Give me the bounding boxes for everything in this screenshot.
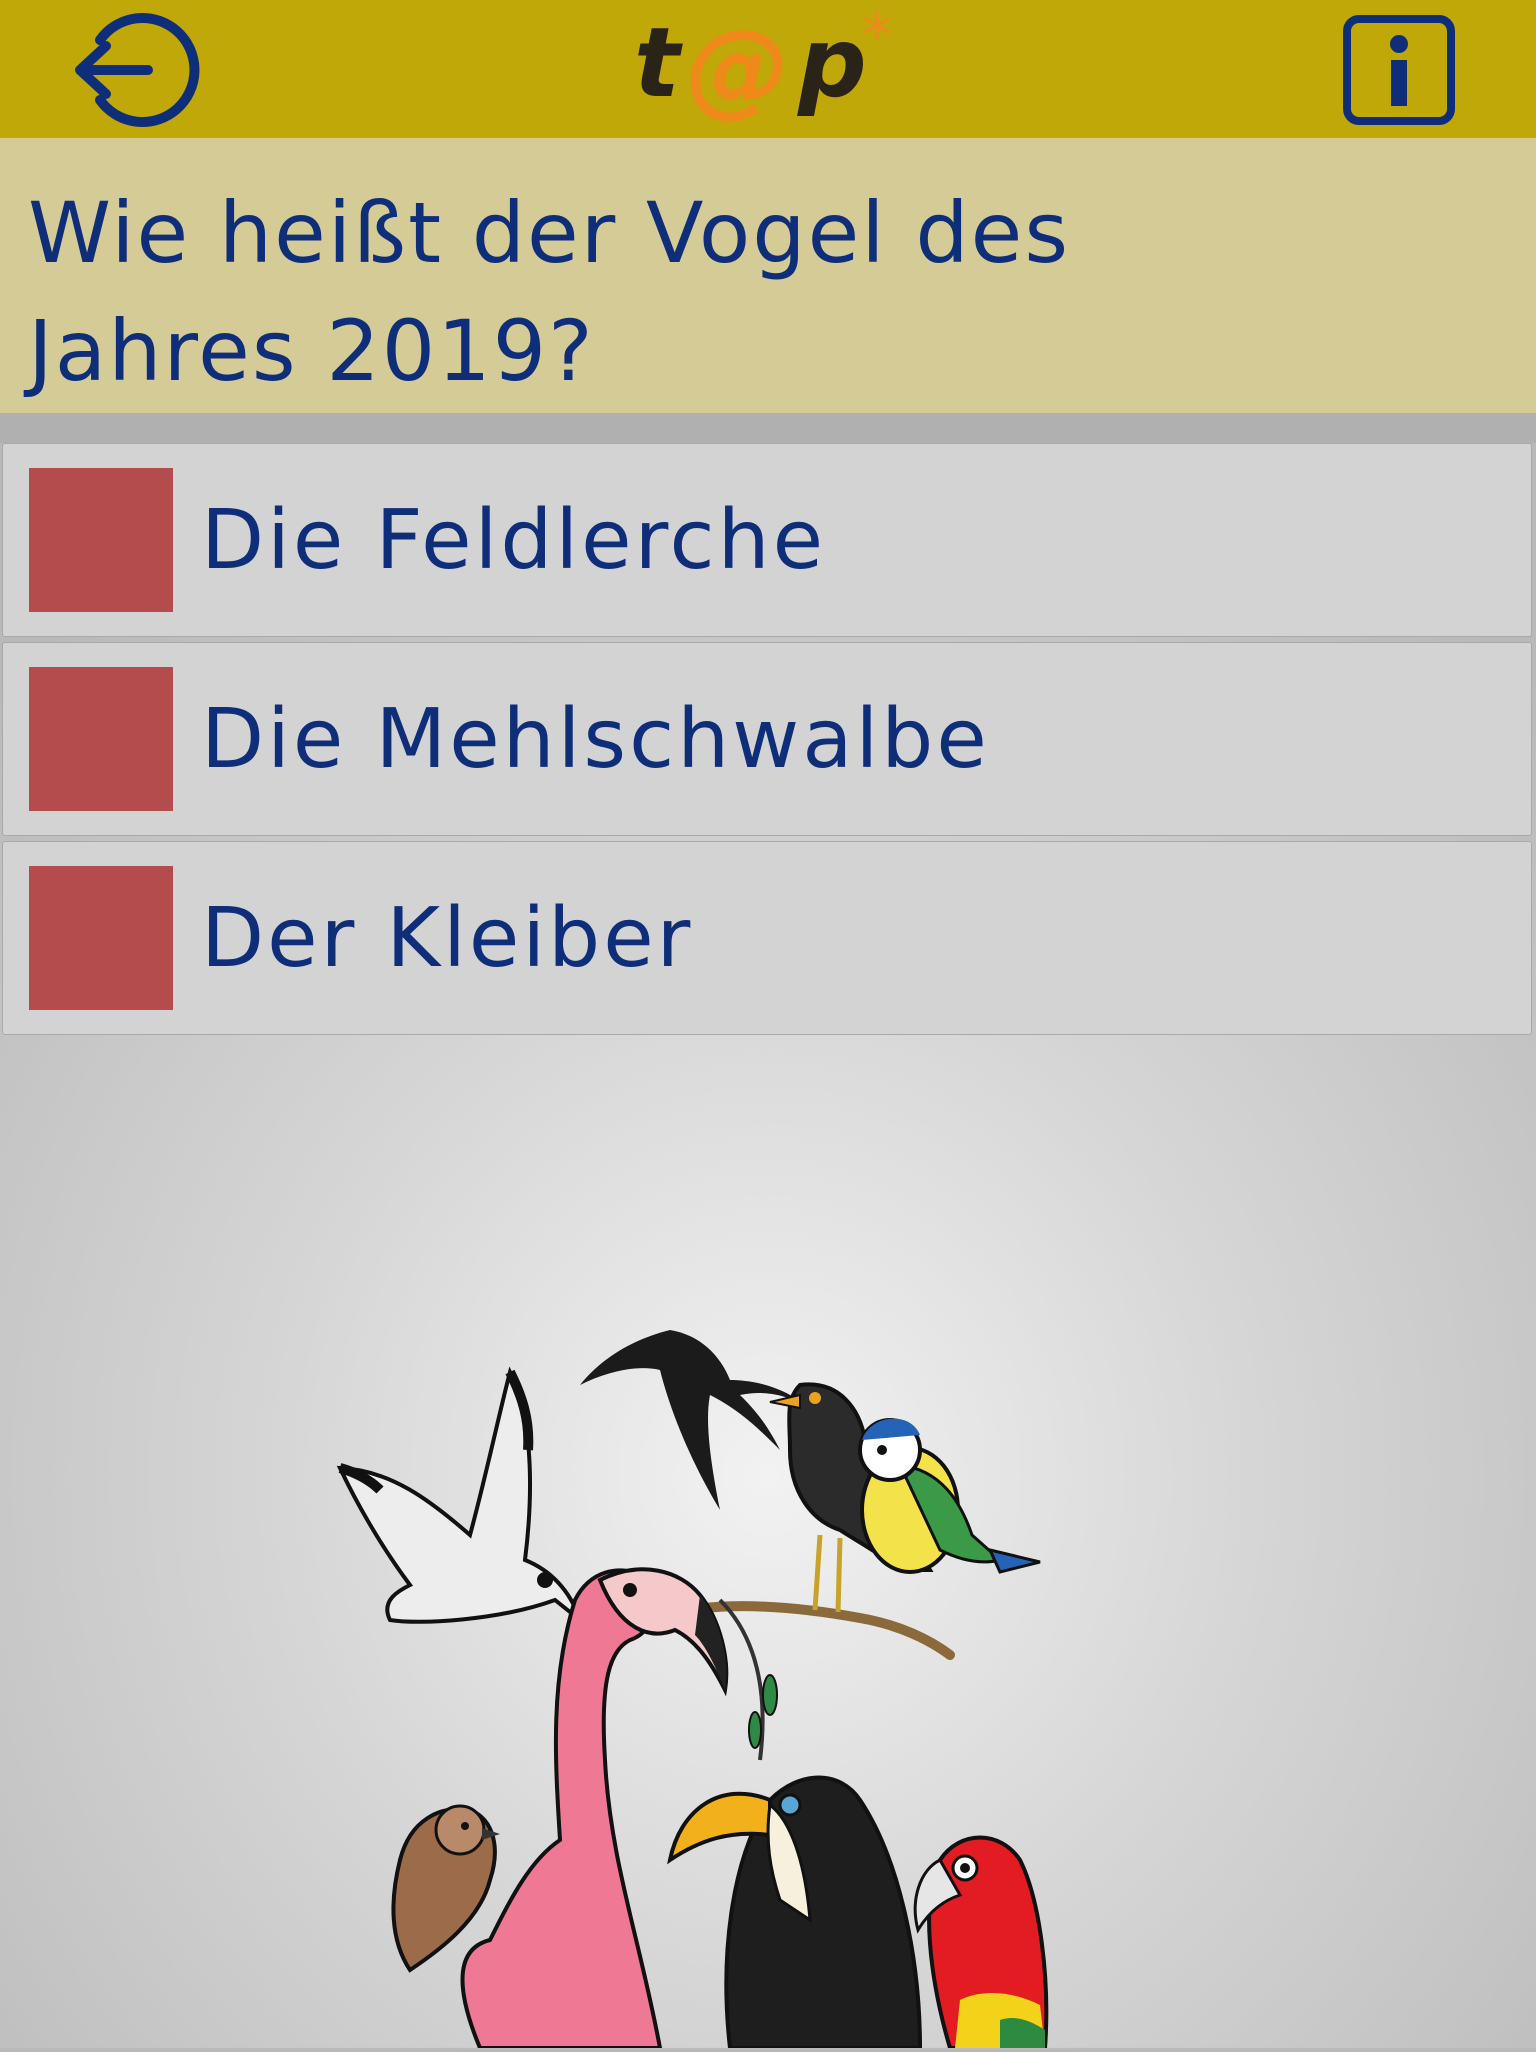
answer-checkbox[interactable] xyxy=(29,866,173,1010)
answer-option-3[interactable]: Der Kleiber xyxy=(2,841,1532,1035)
swallow-icon xyxy=(580,1330,805,1510)
flamingo-icon xyxy=(460,1567,729,2050)
logout-button[interactable] xyxy=(70,12,200,128)
info-icon xyxy=(1343,15,1455,125)
info-button[interactable] xyxy=(1342,14,1456,126)
svg-text:t: t xyxy=(634,7,683,119)
answer-label: Die Feldlerche xyxy=(201,493,827,588)
tap-logo: t @ p * xyxy=(630,1,910,132)
question-text: Wie heißt der Vogel des Jahres 2019? xyxy=(28,174,1228,410)
blue-tit-icon xyxy=(858,1418,1041,1574)
top-bar: t @ p * xyxy=(0,0,1536,138)
macaw-icon xyxy=(913,1835,1049,2050)
answers-separator xyxy=(0,413,1536,443)
answer-option-2[interactable]: Die Mehlschwalbe xyxy=(2,642,1532,836)
seagull-icon xyxy=(336,1366,585,1626)
question-panel: Wie heißt der Vogel des Jahres 2019? xyxy=(0,138,1536,413)
answer-checkbox[interactable] xyxy=(29,667,173,811)
answer-option-1[interactable]: Die Feldlerche xyxy=(2,443,1532,637)
question-line-1: Wie heißt der Vogel des xyxy=(28,184,1071,282)
twig-icon xyxy=(718,1598,778,1761)
svg-text:@: @ xyxy=(686,7,790,129)
answer-label: Die Mehlschwalbe xyxy=(201,692,990,787)
birds-illustration xyxy=(300,1300,1200,2050)
answer-checkbox[interactable] xyxy=(29,468,173,612)
svg-text:p: p xyxy=(797,7,867,119)
logout-icon xyxy=(75,13,200,127)
answer-label: Der Kleiber xyxy=(201,891,694,986)
question-line-2: Jahres 2019? xyxy=(28,302,595,400)
toucan-icon xyxy=(667,1775,923,2050)
svg-text:*: * xyxy=(862,4,892,71)
